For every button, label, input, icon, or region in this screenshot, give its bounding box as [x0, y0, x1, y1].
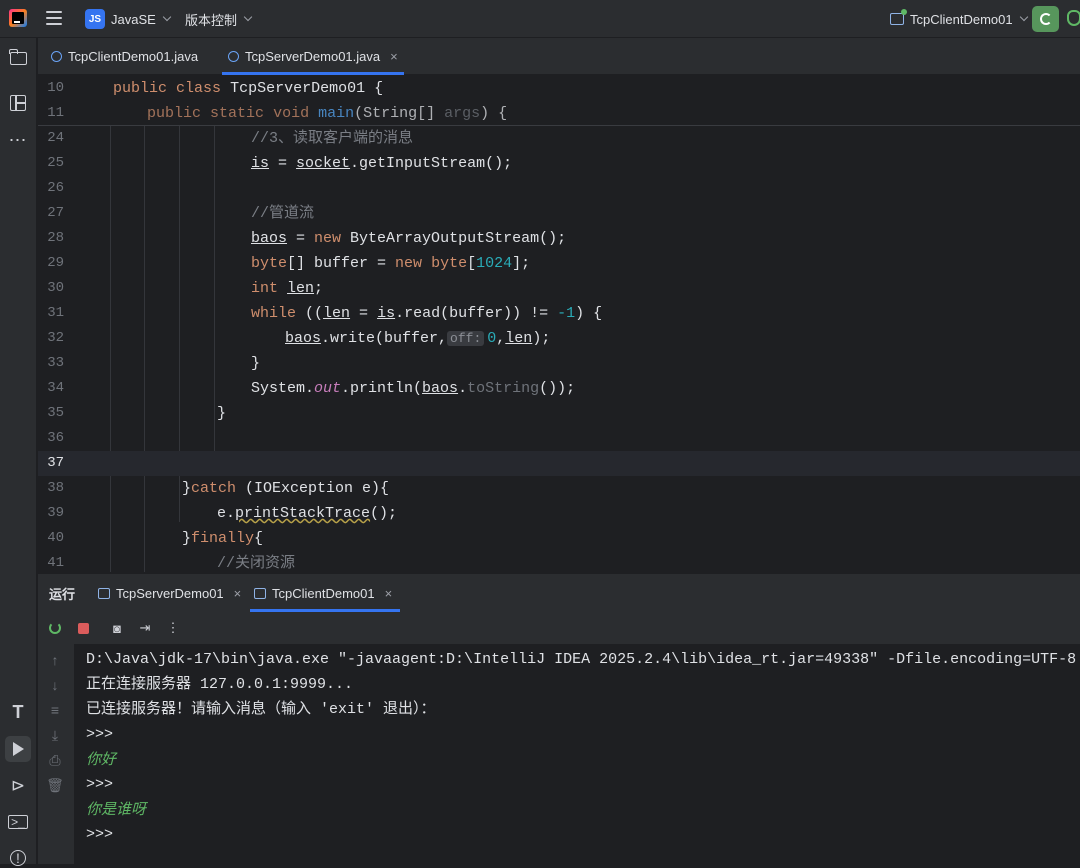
code-line: 40}finally{	[47, 530, 264, 547]
intellij-logo-icon[interactable]	[9, 9, 27, 27]
console-line: D:\Java\jdk-17\bin\java.exe "-javaagent:…	[86, 651, 1080, 668]
run-config-icon	[890, 9, 907, 25]
chevron-down-icon	[1019, 12, 1028, 22]
code-line: 11 public static void main(String[] args)…	[47, 105, 508, 122]
code-line: 35}	[47, 405, 227, 422]
more-icon[interactable]: ⋮	[162, 617, 184, 639]
project-selector[interactable]: JS JavaSE	[85, 0, 172, 38]
console-line: >>>	[86, 726, 114, 743]
run-config-icon	[98, 587, 110, 599]
console-line: 已连接服务器！请输入消息（输入 'exit' 退出）：	[86, 701, 436, 718]
left-toolbar: ⋯ T ⊳ >_ !	[0, 38, 37, 866]
run-tab-label: TcpClientDemo01	[272, 585, 375, 601]
console-line: >>>	[86, 826, 114, 843]
tab-label: TcpClientDemo01.java	[68, 49, 199, 64]
run-tab-label: TcpServerDemo01	[116, 585, 224, 601]
build-hammer-icon[interactable]: T	[8, 702, 28, 722]
vcs-menu[interactable]: 版本控制	[185, 0, 253, 38]
run-tabs: 运行 TcpServerDemo01 × TcpClientDemo01 ×	[38, 574, 1080, 612]
code-line: 36	[47, 430, 64, 446]
vcs-label: 版本控制	[185, 12, 238, 28]
structure-icon[interactable]	[8, 93, 28, 113]
exit-icon[interactable]: ⇥	[134, 617, 156, 639]
more-tools-icon[interactable]: ⋯	[8, 130, 28, 150]
code-line-current: 37	[38, 451, 1080, 476]
tab-tcpserverdemo01[interactable]: TcpServerDemo01.java ×	[222, 38, 404, 75]
project-folder-icon[interactable]	[8, 48, 28, 68]
code-line: 26	[47, 180, 64, 196]
run-tool-icon[interactable]	[5, 736, 31, 762]
services-icon[interactable]: ⊳	[8, 776, 28, 796]
code-line: 25 is = socket.getInputStream();	[47, 155, 513, 172]
rerun-button[interactable]	[1032, 6, 1059, 32]
code-line: 24//3、读取客户端的消息	[47, 130, 414, 147]
scroll-down-icon[interactable]: ↓	[45, 677, 65, 693]
close-tab-icon[interactable]: ×	[385, 586, 393, 601]
parameter-hint: off:	[447, 331, 485, 346]
terminal-icon[interactable]: >_	[8, 812, 28, 832]
code-line: 39 e.printStackTrace();	[47, 505, 398, 522]
console-user-input: 你好	[86, 750, 117, 768]
run-tab-tcpserverdemo01[interactable]: TcpServerDemo01 ×	[98, 574, 241, 612]
class-icon	[51, 51, 62, 62]
tab-label: TcpServerDemo01.java	[245, 49, 381, 64]
chevron-down-icon	[243, 12, 253, 22]
scroll-up-icon[interactable]: ↑	[45, 652, 65, 668]
rerun-icon[interactable]	[44, 617, 66, 639]
code-line: 41//关闭资源	[47, 555, 296, 572]
chevron-down-icon	[162, 12, 172, 22]
run-panel: 运行 TcpServerDemo01 × TcpClientDemo01 × ◙…	[38, 573, 1080, 865]
console-output[interactable]: D:\Java\jdk-17\bin\java.exe "-javaagent:…	[74, 644, 1080, 865]
trash-icon[interactable]: 🗑	[45, 777, 65, 794]
debug-button[interactable]	[1067, 10, 1080, 26]
scroll-to-end-icon[interactable]: ⤓	[45, 727, 65, 744]
code-line: 30 int len;	[47, 280, 324, 297]
tab-tcpclientdemo01[interactable]: TcpClientDemo01.java	[51, 38, 198, 75]
run-toolbar: ◙ ⇥ ⋮	[38, 614, 184, 642]
run-panel-title: 运行	[49, 586, 76, 602]
code-line: 32 baos.write(buffer, off: 0,len);	[47, 330, 551, 347]
code-line: 29 byte[] buffer = new byte[1024];	[47, 255, 531, 272]
close-tab-icon[interactable]: ×	[234, 586, 242, 601]
screenshot-icon[interactable]: ◙	[106, 617, 128, 639]
code-line: 10 public class TcpServerDemo01 {	[47, 80, 384, 97]
project-name: JavaSE	[111, 11, 156, 27]
close-tab-icon[interactable]: ×	[390, 49, 398, 64]
soft-wrap-icon[interactable]: ≡	[45, 702, 65, 718]
run-tab-tcpclientdemo01[interactable]: TcpClientDemo01 ×	[249, 574, 401, 612]
main-menu-icon[interactable]	[46, 11, 62, 25]
run-config-icon	[254, 587, 266, 599]
console-line: 正在连接服务器 127.0.0.1:9999...	[86, 676, 354, 693]
title-bar: JS JavaSE 版本控制 TcpClientDemo01	[0, 0, 1080, 38]
console-line: >>>	[86, 776, 114, 793]
code-line: 31 while ((len = is.read(buffer)) != -1) …	[47, 305, 603, 322]
console-user-input: 你是谁呀	[86, 800, 147, 818]
code-line: 27//管道流	[47, 205, 315, 222]
run-config-name: TcpClientDemo01	[910, 11, 1013, 27]
sticky-lines: 10 public class TcpServerDemo01 { 11 publi…	[38, 76, 1080, 126]
print-icon[interactable]: ⎙	[45, 752, 65, 769]
class-icon	[228, 51, 239, 62]
code-line: 38}catch (IOException e){	[47, 480, 390, 497]
code-line: 33}	[47, 355, 261, 372]
code-editor[interactable]: 24//3、读取客户端的消息 25 is = socket.getInputStr…	[38, 76, 1080, 572]
problems-icon[interactable]: !	[8, 848, 28, 868]
stop-icon[interactable]	[72, 617, 94, 639]
code-line: 28 baos = new ByteArrayOutputStream();	[47, 230, 567, 247]
rerun-icon	[1039, 13, 1052, 25]
run-config-selector[interactable]: TcpClientDemo01	[890, 0, 1028, 38]
project-badge: JS	[85, 9, 105, 29]
code-line: 34 System.out.println(baos.toString());	[47, 380, 576, 397]
editor-tabs: TcpClientDemo01.java TcpServerDemo01.jav…	[38, 38, 1080, 75]
console-gutter: ↑ ↓ ≡ ⤓ ⎙ 🗑	[38, 642, 74, 865]
